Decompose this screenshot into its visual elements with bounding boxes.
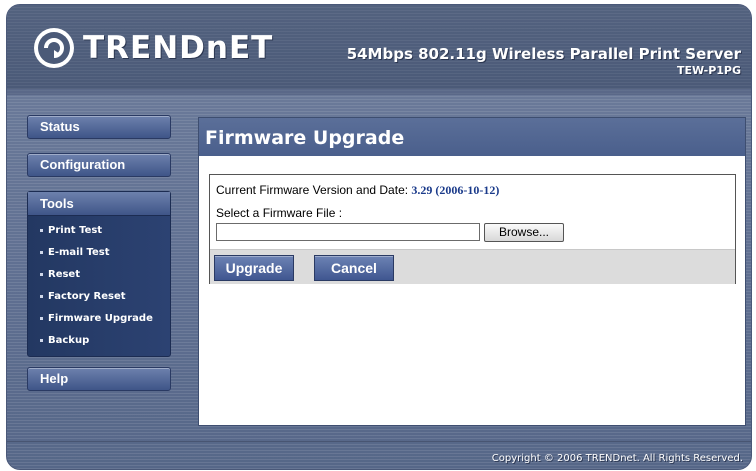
nav-status[interactable]: Status [27, 115, 171, 139]
brand-name: TRENDnET [83, 30, 274, 66]
firmware-version: 3.29 (2006-10-12) [411, 183, 500, 197]
browse-button[interactable]: Browse... [484, 223, 564, 242]
logo: TRENDnET [33, 27, 273, 69]
nav-item-reset[interactable]: Reset [40, 264, 170, 286]
select-file-label: Select a Firmware File : [216, 206, 343, 220]
cancel-button[interactable]: Cancel [314, 255, 394, 281]
firmware-info: Current Firmware Version and Date: 3.29 … [216, 183, 499, 198]
nav-item-backup[interactable]: Backup [40, 330, 170, 352]
footer-divider [7, 441, 751, 442]
bullet-icon [40, 294, 43, 298]
upgrade-button[interactable]: Upgrade [214, 255, 294, 281]
bullet-icon [40, 316, 43, 320]
copyright-text: Copyright © 2006 TRENDnet. All Rights Re… [491, 453, 743, 464]
firmware-file-input[interactable] [216, 223, 480, 241]
nav-item-firmware-upgrade[interactable]: Firmware Upgrade [40, 308, 170, 330]
nav-item-label: Backup [48, 335, 90, 346]
nav-item-print-test[interactable]: Print Test [40, 220, 170, 242]
nav-item-factory-reset[interactable]: Factory Reset [40, 286, 170, 308]
nav-item-label: Print Test [48, 225, 103, 236]
bullet-icon [40, 228, 43, 232]
nav-tools-panel: Tools Print Test E-mail Test Reset Facto… [27, 191, 171, 357]
bullet-icon [40, 338, 43, 342]
bullet-icon [40, 250, 43, 254]
firmware-label: Current Firmware Version and Date: [216, 183, 409, 197]
button-bar: Upgrade Cancel [210, 249, 735, 284]
bullet-icon [40, 272, 43, 276]
nav-item-label: Factory Reset [48, 291, 126, 302]
main-panel: Firmware Upgrade Current Firmware Versio… [198, 117, 746, 426]
nav-help[interactable]: Help [27, 367, 171, 391]
nav-configuration[interactable]: Configuration [27, 153, 171, 177]
tools-menu: Print Test E-mail Test Reset Factory Res… [28, 220, 170, 352]
nav-tools[interactable]: Tools [28, 192, 170, 216]
nav-item-label: E-mail Test [48, 247, 110, 258]
upgrade-form: Current Firmware Version and Date: 3.29 … [209, 174, 736, 284]
trendnet-logo-icon [34, 28, 74, 68]
nav-item-label: Reset [48, 269, 80, 280]
product-name: 54Mbps 802.11g Wireless Parallel Print S… [346, 45, 741, 63]
page-frame: TRENDnET 54Mbps 802.11g Wireless Paralle… [6, 4, 752, 470]
nav-item-label: Firmware Upgrade [48, 313, 153, 324]
product-model: TEW-P1PG [676, 64, 741, 77]
page-title: Firmware Upgrade [199, 118, 745, 156]
nav-item-email-test[interactable]: E-mail Test [40, 242, 170, 264]
header-divider [7, 89, 751, 95]
header: TRENDnET 54Mbps 802.11g Wireless Paralle… [7, 5, 751, 89]
product-info: 54Mbps 802.11g Wireless Parallel Print S… [347, 45, 741, 77]
